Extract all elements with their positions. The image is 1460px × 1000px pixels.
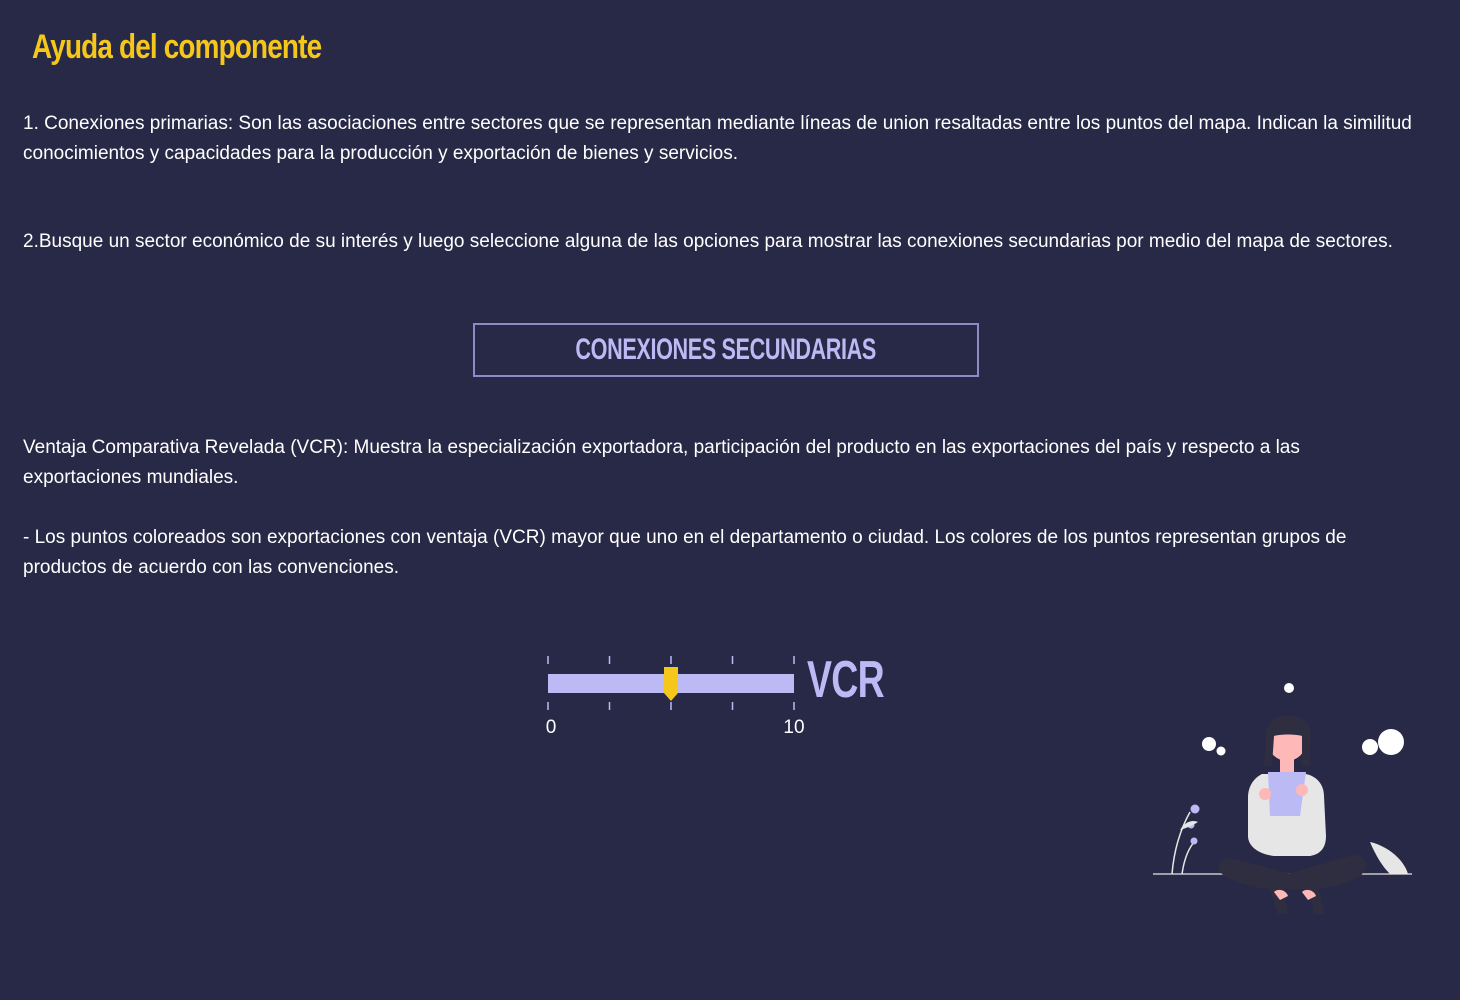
slider-max-label: 10 xyxy=(783,717,804,738)
vcr-label: VCR xyxy=(807,651,885,709)
help-paragraph-primary-connections: 1. Conexiones primarias: Son las asociac… xyxy=(23,113,1412,164)
slider-min-label: 0 xyxy=(546,717,557,738)
help-paragraph-secondary-instructions: 2.Busque un sector económico de su inter… xyxy=(23,231,1393,252)
page-title: Ayuda del componente xyxy=(32,28,322,66)
secondary-connections-button[interactable]: CONEXIONES SECUNDARIAS xyxy=(473,323,979,377)
person-reading-illustration-icon xyxy=(1153,683,1412,914)
help-paragraph-vcr-definition: Ventaja Comparativa Revelada (VCR): Mues… xyxy=(23,437,1300,488)
slider-ticks-bottom xyxy=(547,702,795,710)
help-paragraph-colored-points: - Los puntos coloreados son exportacione… xyxy=(23,527,1347,578)
slider-ticks-top xyxy=(547,656,795,664)
secondary-connections-button-label: CONEXIONES SECUNDARIAS xyxy=(575,333,877,366)
slider-thumb[interactable] xyxy=(664,667,678,701)
